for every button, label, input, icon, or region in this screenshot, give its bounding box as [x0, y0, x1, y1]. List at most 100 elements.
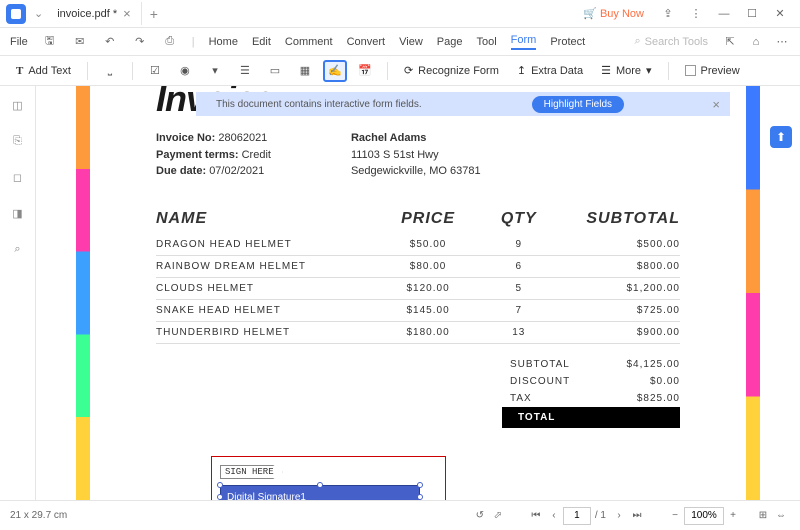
- preview-toggle[interactable]: Preview: [679, 65, 746, 77]
- date-tool[interactable]: 📅: [353, 60, 377, 82]
- items-table: NAME PRICE QTY SUBTOTAL DRAGON HEAD HELM…: [156, 210, 680, 344]
- tax-value: $825.00: [600, 393, 680, 404]
- home-icon[interactable]: ⌂: [748, 34, 764, 50]
- col-qty: QTY: [478, 210, 559, 228]
- save-icon[interactable]: 🖫: [42, 34, 58, 50]
- document-canvas[interactable]: ⬆ Invoice This document contains interac…: [36, 86, 800, 500]
- zoom-in-icon[interactable]: +: [724, 510, 742, 521]
- menu-tool[interactable]: Tool: [476, 36, 496, 48]
- decoration-right: [746, 86, 760, 500]
- add-text-tool[interactable]: T Add Text: [10, 65, 77, 77]
- close-tab-icon[interactable]: ×: [123, 6, 131, 21]
- image-tool[interactable]: ▦: [293, 60, 317, 82]
- buy-now-link[interactable]: 🛒 Buy Now: [583, 7, 644, 20]
- totals-block: SUBTOTAL$4,125.00 DISCOUNT$0.00 TAX$825.…: [156, 356, 680, 428]
- close-banner-icon[interactable]: ×: [712, 97, 720, 112]
- due-date-value: 07/02/2021: [209, 165, 264, 177]
- mail-icon[interactable]: ✉: [72, 34, 88, 50]
- bookmark-panel-icon[interactable]: ⎘: [9, 132, 27, 150]
- undo-icon[interactable]: ↶: [102, 34, 118, 50]
- left-sidebar: ◫ ⎘ ◻ ◨ ⌕: [0, 86, 36, 500]
- menu-page[interactable]: Page: [437, 36, 463, 48]
- thumbnail-panel-icon[interactable]: ◫: [9, 96, 27, 114]
- checkbox-tool[interactable]: ☑: [143, 60, 167, 82]
- listbox-tool[interactable]: ☰: [233, 60, 257, 82]
- dropdown-tool[interactable]: ▾: [203, 60, 227, 82]
- radio-tool[interactable]: ◉: [173, 60, 197, 82]
- discount-label: DISCOUNT: [510, 376, 600, 387]
- table-row: RAINBOW DREAM HELMET$80.006$800.00: [156, 256, 680, 278]
- preview-checkbox[interactable]: [685, 65, 696, 76]
- menu-file[interactable]: File: [10, 36, 28, 48]
- more-button[interactable]: ☰ More ▾: [595, 64, 657, 77]
- digital-signature-tool[interactable]: ✍: [323, 60, 347, 82]
- search-panel-icon[interactable]: ⌕: [9, 240, 27, 258]
- add-tab-button[interactable]: +: [142, 6, 166, 22]
- table-row: SNAKE HEAD HELMET$145.007$725.00: [156, 300, 680, 322]
- menu-protect[interactable]: Protect: [550, 36, 585, 48]
- settings-icon[interactable]: ⋮: [682, 4, 710, 24]
- layers-panel-icon[interactable]: ◨: [9, 204, 27, 222]
- invoice-no-value: 28062021: [218, 132, 267, 144]
- more-icon[interactable]: ⋯: [774, 34, 790, 50]
- col-price: PRICE: [378, 210, 479, 228]
- recognize-form-button[interactable]: ⟳ Recognize Form: [398, 64, 505, 77]
- reupload-badge[interactable]: ⬆: [770, 126, 792, 148]
- resize-handle[interactable]: [417, 482, 423, 488]
- prev-page-icon[interactable]: ‹: [545, 510, 563, 521]
- menu-icon: ☰: [601, 64, 611, 77]
- pointer-tool-icon[interactable]: ⬀: [489, 510, 507, 521]
- menu-comment[interactable]: Comment: [285, 36, 333, 48]
- button-tool[interactable]: ▭: [263, 60, 287, 82]
- table-row: CLOUDS HELMET$120.005$1,200.00: [156, 278, 680, 300]
- external-link-icon[interactable]: ⇱: [722, 34, 738, 50]
- hand-tool-icon[interactable]: ↺: [471, 510, 489, 521]
- first-page-icon[interactable]: ⏮: [527, 510, 545, 521]
- payment-terms-label: Payment terms:: [156, 149, 239, 161]
- resize-handle[interactable]: [217, 482, 223, 488]
- attachment-panel-icon[interactable]: ◻: [9, 168, 27, 186]
- customer-addr1: 11103 S 51st Hwy: [351, 147, 481, 164]
- window-maximize[interactable]: ☐: [738, 4, 766, 24]
- fit-page-icon[interactable]: ⊞: [754, 510, 772, 521]
- form-toolbar: T Add Text ⎵ ☑ ◉ ▾ ☰ ▭ ▦ ✍ 📅 ⟳ Recognize…: [0, 56, 800, 86]
- decoration-left: [76, 86, 90, 500]
- digital-signature-field[interactable]: Digital Signature1: [220, 485, 420, 500]
- menu-form[interactable]: Form: [511, 34, 537, 50]
- export-icon: ↥: [517, 64, 526, 77]
- window-close[interactable]: ✕: [766, 4, 794, 24]
- menu-edit[interactable]: Edit: [252, 36, 271, 48]
- menu-home[interactable]: Home: [209, 36, 238, 48]
- statusbar: 21 x 29.7 cm ↺ ⬀ ⏮ ‹ / 1 › ⏭ − + ⊞ ⇔: [0, 500, 800, 530]
- customer-addr2: Sedgewickville, MO 63781: [351, 163, 481, 180]
- chevron-down-icon: ▾: [646, 64, 652, 77]
- last-page-icon[interactable]: ⏭: [628, 510, 646, 521]
- page-dimensions: 21 x 29.7 cm: [10, 510, 67, 521]
- print-icon[interactable]: ⎙: [162, 34, 178, 50]
- resize-handle[interactable]: [217, 494, 223, 500]
- resize-handle[interactable]: [417, 494, 423, 500]
- text-field-tool[interactable]: ⎵: [98, 60, 122, 82]
- fit-width-icon[interactable]: ⇔: [772, 510, 790, 521]
- titlebar: ⌄ invoice.pdf * × + 🛒 Buy Now ⇪ ⋮ — ☐ ✕: [0, 0, 800, 28]
- chevron-down-icon[interactable]: ⌄: [34, 7, 43, 20]
- window-minimize[interactable]: —: [710, 4, 738, 24]
- share-icon[interactable]: ⇪: [654, 4, 682, 24]
- document-tab[interactable]: invoice.pdf * ×: [47, 2, 142, 25]
- zoom-out-icon[interactable]: −: [666, 510, 684, 521]
- page-number-input[interactable]: [563, 507, 591, 525]
- customer-name: Rachel Adams: [351, 132, 426, 144]
- menu-view[interactable]: View: [399, 36, 423, 48]
- menu-convert[interactable]: Convert: [347, 36, 386, 48]
- form-fields-banner: This document contains interactive form …: [196, 92, 730, 116]
- search-tools[interactable]: ⌕ Search Tools: [634, 35, 708, 48]
- resize-handle[interactable]: [317, 482, 323, 488]
- extra-data-button[interactable]: ↥ Extra Data: [511, 64, 589, 77]
- tax-label: TAX: [510, 393, 600, 404]
- signature-selection-box[interactable]: SIGN HERE Digital Signature1: [211, 456, 446, 500]
- sign-here-tag: SIGN HERE: [220, 465, 283, 479]
- redo-icon[interactable]: ↷: [132, 34, 148, 50]
- highlight-fields-button[interactable]: Highlight Fields: [532, 96, 624, 113]
- zoom-input[interactable]: [684, 507, 724, 525]
- next-page-icon[interactable]: ›: [610, 510, 628, 521]
